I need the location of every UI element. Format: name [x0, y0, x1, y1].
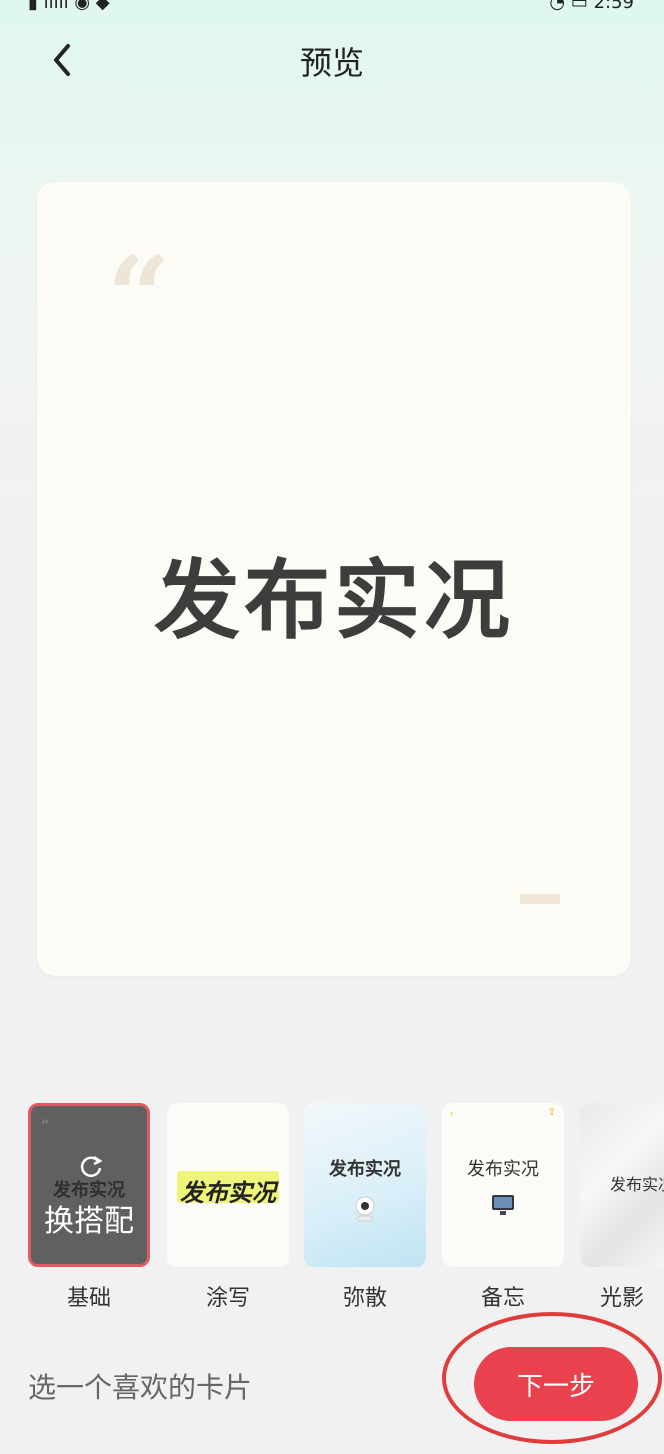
thumb-quote-mark: “: [41, 1116, 50, 1135]
card-style-list: “ 发布实况 换搭配 发布实况 发布实况 ‹ ⇪ 发布实况 发布实况: [0, 1103, 664, 1278]
status-left: ▮ ıılıı ◉ ◆: [28, 0, 110, 13]
thumb-text: 发布实况: [610, 1175, 664, 1194]
quote-mark: “: [107, 232, 171, 361]
page-title: 预览: [299, 44, 364, 82]
highlight-ring: [442, 1312, 662, 1444]
thumb-doodle[interactable]: 发布实况: [167, 1103, 289, 1267]
swap-style-label: 换搭配: [44, 1204, 134, 1239]
thumb-label-light-shadow: 光影: [600, 1286, 645, 1311]
thumb-text: 发布实况: [180, 1179, 276, 1207]
thumb-memo[interactable]: ‹ ⇪ 发布实况: [442, 1103, 564, 1267]
thumb-label-memo: 备忘: [480, 1286, 525, 1311]
thumb-light-shadow[interactable]: 发布实况: [580, 1103, 664, 1267]
monitor-icon: [492, 1195, 514, 1215]
status-bar: ▮ ıılıı ◉ ◆ ◔ ▭ 2:59: [0, 0, 664, 14]
memo-share-icon: ⇪: [547, 1107, 556, 1118]
card-decoration: [520, 894, 560, 904]
thumb-label-diffuse: 弥散: [342, 1286, 387, 1311]
camera-icon: [355, 1196, 375, 1222]
card-headline: 发布实况: [154, 551, 514, 651]
status-right: ◔ ▭ 2:59: [549, 0, 634, 13]
thumb-text: 发布实况: [329, 1159, 401, 1180]
memo-back-mark: ‹: [450, 1109, 454, 1118]
preview-card: “ 发布实况: [37, 182, 631, 976]
thumb-diffuse[interactable]: 发布实况: [304, 1103, 426, 1267]
choose-card-hint: 选一个喜欢的卡片: [28, 1371, 253, 1404]
thumb-label-basic: 基础: [66, 1286, 111, 1311]
thumb-basic[interactable]: “ 发布实况 换搭配: [28, 1103, 150, 1267]
thumb-label-doodle: 涂写: [205, 1286, 250, 1311]
thumb-text: 发布实况: [467, 1159, 539, 1180]
